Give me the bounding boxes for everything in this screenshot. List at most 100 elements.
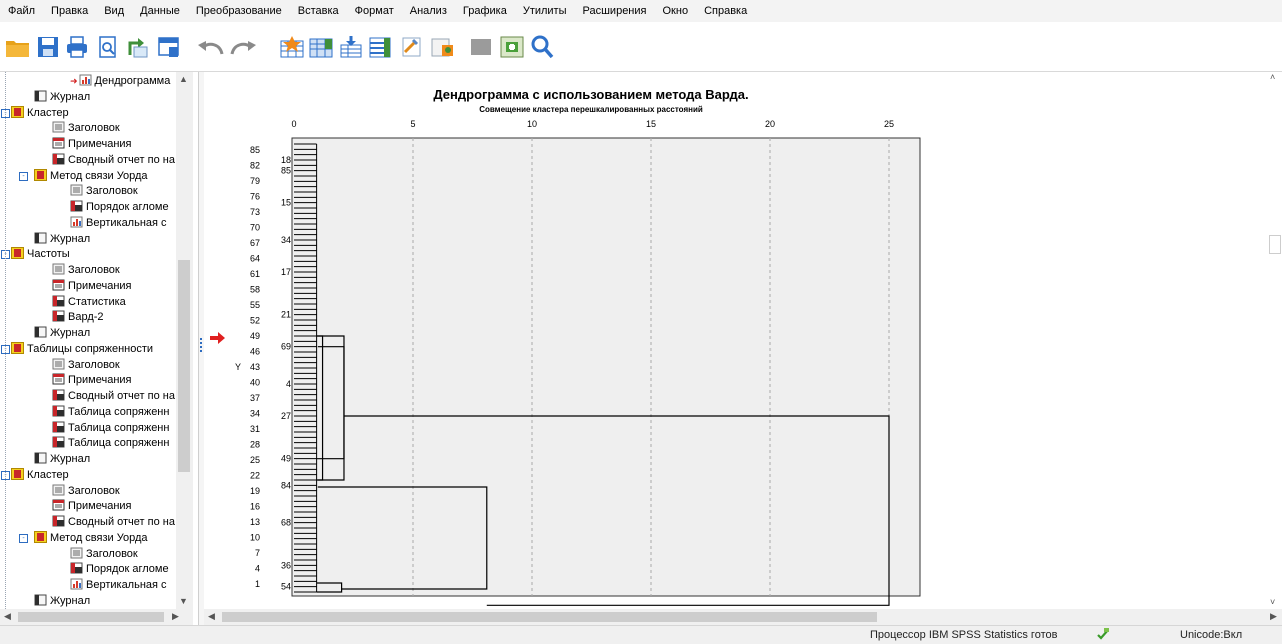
nav-tree-label: Частоты <box>27 248 70 261</box>
nav-tree-item[interactable]: Порядок агломе <box>70 200 169 215</box>
menu-item-7[interactable]: Анализ <box>402 0 455 22</box>
variables-icon[interactable] <box>336 32 366 62</box>
row-label: 79 <box>250 176 260 186</box>
navigator-scroll-thumb[interactable] <box>178 260 190 472</box>
save-icon[interactable] <box>33 32 63 62</box>
goto-case-icon[interactable] <box>306 32 336 62</box>
nav-tree-item[interactable]: Метод связи Уорда <box>34 530 148 546</box>
find-icon[interactable] <box>527 32 557 62</box>
scroll-down-arrow-icon[interactable]: ▼ <box>179 596 188 606</box>
menu-item-10[interactable]: Расширения <box>575 0 655 22</box>
nav-tree-item[interactable]: Сводный отчет по на <box>52 389 175 404</box>
menu-item-6[interactable]: Формат <box>347 0 402 22</box>
nav-tree-item[interactable]: Журнал <box>34 326 90 341</box>
nav-tree-item[interactable]: Метод связи Уорда <box>34 168 148 184</box>
nav-tree-item[interactable]: Таблица сопряженн <box>52 405 169 420</box>
hide-icon[interactable] <box>466 32 496 62</box>
content-scroll-thumb[interactable] <box>1269 235 1281 254</box>
nav-tree-item[interactable]: Вертикальная с <box>70 216 167 231</box>
nav-tree-label: Журнал <box>50 327 91 339</box>
nav-tree-label: Примечания <box>68 374 132 387</box>
collapse-node-icon[interactable]: - <box>19 533 28 543</box>
nav-tree-item[interactable]: ➜ Дендрограмма <box>70 74 170 89</box>
content-horizontal-scrollbar[interactable]: ◀ ▶ <box>204 609 1282 625</box>
nav-tree-item[interactable]: Сводный отчет по на <box>52 153 175 168</box>
nav-tree-item[interactable]: Заголовок <box>52 484 120 499</box>
log-node-icon <box>34 90 47 102</box>
scroll-up-arrow-icon[interactable]: ˄ <box>1270 72 1275 82</box>
menu-item-3[interactable]: Данные <box>132 0 188 22</box>
menu-item-9[interactable]: Утилиты <box>515 0 575 22</box>
designate-window-icon[interactable] <box>397 32 427 62</box>
nav-tree-item[interactable]: Статистика <box>52 295 126 310</box>
menu-item-11[interactable]: Окно <box>655 0 697 22</box>
nav-tree-item[interactable]: Журнал <box>34 232 90 247</box>
navigator-vertical-scrollbar[interactable]: ▲ ▼ <box>176 72 193 609</box>
output-content[interactable]: Дендрограмма с использованием метода Вар… <box>204 72 1282 625</box>
nav-tree-item[interactable]: Заголовок <box>70 184 138 199</box>
content-hscroll-thumb[interactable] <box>222 612 877 622</box>
undo-icon[interactable] <box>196 32 226 62</box>
nav-tree-item[interactable]: Частоты <box>11 247 70 262</box>
show-all-icon[interactable] <box>497 32 527 62</box>
menu-item-5[interactable]: Вставка <box>290 0 347 22</box>
scroll-up-arrow-icon[interactable]: ▲ <box>179 74 188 84</box>
menu-item-1[interactable]: Правка <box>43 0 96 22</box>
y-axis-label: Y <box>235 362 241 372</box>
export-icon[interactable] <box>123 32 153 62</box>
table-node-icon <box>52 405 65 417</box>
nav-tree-item[interactable]: Примечания <box>52 499 132 514</box>
scroll-right-arrow-icon[interactable]: ▶ <box>1270 611 1277 622</box>
open-folder-icon[interactable] <box>3 32 33 62</box>
nav-tree-label: Заголовок <box>86 547 138 560</box>
dialog-recall-icon[interactable] <box>154 32 184 62</box>
menu-item-0[interactable]: Файл <box>0 0 43 22</box>
menu-item-4[interactable]: Преобразование <box>188 0 290 22</box>
menu-item-12[interactable]: Справка <box>696 0 755 22</box>
nav-tree-item[interactable]: Кластер <box>11 105 69 121</box>
nav-tree-item[interactable]: Журнал <box>34 452 90 467</box>
navigator-hscroll-thumb[interactable] <box>18 612 164 622</box>
scroll-left-arrow-icon[interactable]: ◀ <box>4 611 11 622</box>
nav-tree-item[interactable]: Заголовок <box>70 547 138 562</box>
output-navigator[interactable]: ➜ Дендрограмма Журнал Кластер - Заголовок Прим… <box>0 72 199 625</box>
nav-tree-item[interactable]: Заголовок <box>52 121 120 136</box>
print-preview-icon[interactable] <box>93 32 123 62</box>
nav-tree-item[interactable]: Примечания <box>52 137 132 152</box>
log-node-icon <box>34 232 47 244</box>
nav-tree-item[interactable]: Таблица сопряженн <box>52 421 169 436</box>
goto-data-icon[interactable] <box>277 32 307 62</box>
row-label: 52 <box>250 316 260 326</box>
redo-icon[interactable] <box>228 32 258 62</box>
title-node-icon <box>52 484 65 496</box>
menu-item-2[interactable]: Вид <box>96 0 132 22</box>
navigator-horizontal-scrollbar[interactable]: ◀ ▶ <box>0 609 193 625</box>
print-icon[interactable] <box>62 32 92 62</box>
nav-tree-item[interactable]: Заголовок <box>52 358 120 373</box>
nav-tree-item[interactable]: Таблица сопряженн <box>52 436 169 451</box>
nav-tree-item[interactable]: Вард-2 <box>52 310 104 325</box>
notes-node-icon <box>52 279 65 291</box>
scroll-left-arrow-icon[interactable]: ◀ <box>208 611 215 622</box>
nav-tree-item[interactable]: Таблицы сопряженности <box>11 341 153 357</box>
content-vertical-scrollbar[interactable]: ˄ ˅ <box>1266 72 1282 609</box>
nav-tree-item[interactable]: Заголовок <box>52 263 120 278</box>
nav-tree-item[interactable]: Порядок агломе <box>70 562 169 577</box>
scroll-down-arrow-icon[interactable]: ˅ <box>1270 597 1275 607</box>
leaf-label: 4 <box>286 379 291 389</box>
nav-tree-item[interactable]: Примечания <box>52 373 132 388</box>
notes-node-icon <box>52 373 65 385</box>
nav-tree-item[interactable]: Кластер <box>11 467 69 483</box>
nav-tree-label: Вард-2 <box>68 311 104 324</box>
scroll-right-arrow-icon[interactable]: ▶ <box>172 611 179 622</box>
nav-tree-item[interactable]: Журнал <box>34 594 90 609</box>
pivot-icon[interactable] <box>428 32 458 62</box>
collapse-node-icon[interactable]: - <box>19 171 28 181</box>
nav-tree-item[interactable]: Вертикальная с <box>70 578 167 593</box>
select-cases-icon[interactable] <box>365 32 395 62</box>
book-node-icon <box>11 467 24 480</box>
nav-tree-item[interactable]: Журнал <box>34 90 90 105</box>
nav-tree-item[interactable]: Примечания <box>52 279 132 294</box>
menu-item-8[interactable]: Графика <box>455 0 515 22</box>
nav-tree-item[interactable]: Сводный отчет по на <box>52 515 175 530</box>
